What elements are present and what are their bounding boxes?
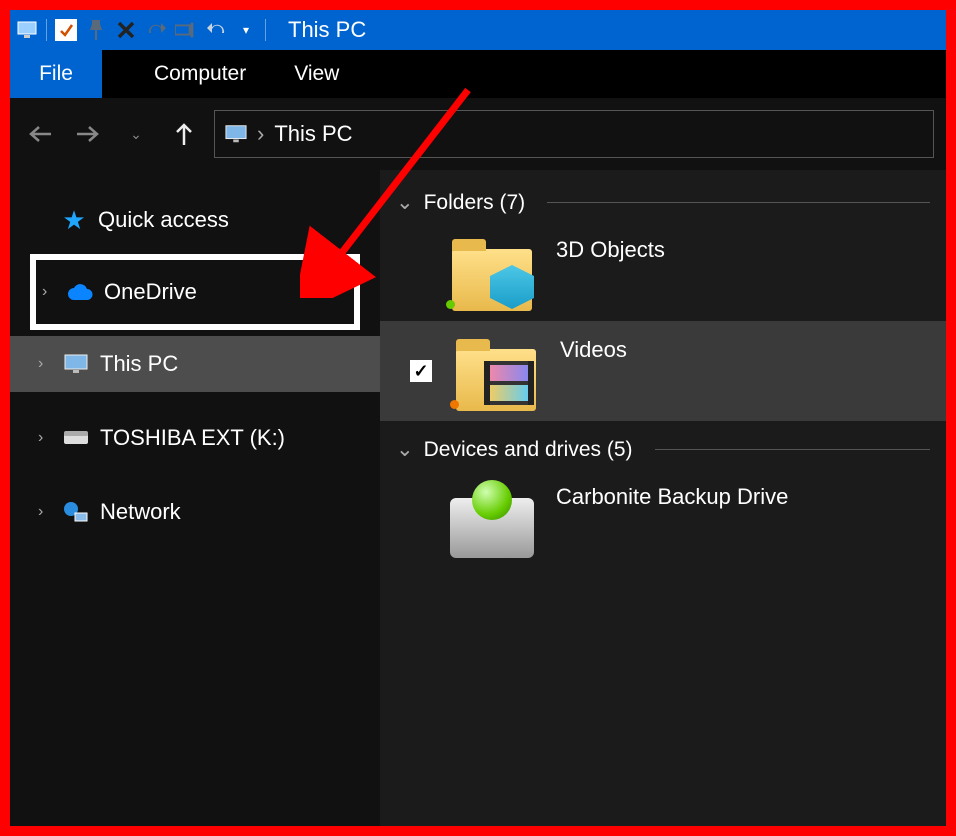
pin-icon[interactable]: [85, 19, 107, 41]
history-dropdown-icon[interactable]: ⌄: [118, 116, 154, 152]
title-bar: ▾ This PC: [10, 10, 946, 50]
tree-label: Network: [100, 499, 181, 525]
item-label: Videos: [560, 337, 627, 363]
tree-label[interactable]: OneDrive: [104, 279, 197, 305]
tree-network[interactable]: › Network: [10, 484, 380, 540]
network-icon: [62, 498, 90, 526]
qat-dropdown-icon[interactable]: ▾: [235, 19, 257, 41]
expand-caret-icon[interactable]: ›: [42, 283, 56, 301]
divider: [655, 449, 930, 450]
expand-caret-icon[interactable]: ›: [38, 355, 52, 373]
group-label: Devices and drives (5): [424, 438, 633, 462]
pc-icon: [225, 123, 247, 145]
group-devices[interactable]: ⌄ Devices and drives (5): [380, 431, 946, 468]
window-title: This PC: [288, 17, 366, 43]
cloud-icon: [66, 278, 94, 306]
up-button[interactable]: [166, 116, 202, 152]
folder-3d-objects[interactable]: 3D Objects: [380, 221, 946, 321]
folder-videos[interactable]: ✓ Videos: [380, 321, 946, 421]
separator: [265, 19, 266, 41]
tab-view[interactable]: View: [270, 50, 363, 98]
undo-icon[interactable]: [205, 19, 227, 41]
separator: [46, 19, 47, 41]
folder-icon: [444, 231, 540, 311]
breadcrumb-this-pc[interactable]: This PC: [274, 121, 352, 147]
tab-file[interactable]: File: [10, 50, 102, 98]
group-folders[interactable]: ⌄ Folders (7): [380, 184, 946, 221]
annotation-highlight-onedrive: › OneDrive: [30, 254, 360, 330]
divider: [547, 202, 930, 203]
monitor-icon: [16, 19, 38, 41]
drive-icon: [444, 478, 540, 558]
navigation-bar: ⌄ › This PC: [10, 98, 946, 170]
pc-icon: [62, 350, 90, 378]
star-icon: ★: [60, 206, 88, 234]
tree-quick-access[interactable]: ★ Quick access: [10, 192, 380, 248]
tree-label: Quick access: [98, 207, 229, 233]
tree-drive-k[interactable]: › TOSHIBA EXT (K:): [10, 410, 380, 466]
breadcrumb-separator-icon: ›: [257, 121, 264, 147]
tree-this-pc[interactable]: › This PC: [10, 336, 380, 392]
rename-icon[interactable]: [175, 19, 197, 41]
drive-carbonite[interactable]: Carbonite Backup Drive: [380, 468, 946, 568]
collapse-caret-icon[interactable]: ⌄: [396, 190, 414, 215]
back-button[interactable]: [22, 116, 58, 152]
delete-icon[interactable]: [115, 19, 137, 41]
forward-button[interactable]: [70, 116, 106, 152]
properties-icon[interactable]: [55, 19, 77, 41]
tree-label: This PC: [100, 351, 178, 377]
item-label: 3D Objects: [556, 237, 665, 263]
folder-icon: [448, 331, 544, 411]
drive-icon: [62, 424, 90, 452]
checkbox-checked-icon[interactable]: ✓: [410, 360, 432, 382]
expand-caret-icon[interactable]: ›: [38, 503, 52, 521]
group-label: Folders (7): [424, 191, 526, 215]
tab-computer[interactable]: Computer: [130, 50, 270, 98]
address-bar[interactable]: › This PC: [214, 110, 934, 158]
item-label: Carbonite Backup Drive: [556, 484, 788, 510]
collapse-caret-icon[interactable]: ⌄: [396, 437, 414, 462]
ribbon-tabs: File Computer View: [10, 50, 946, 98]
content-pane: ⌄ Folders (7) 3D Objects ✓: [380, 170, 946, 826]
navigation-tree: ★ Quick access › OneDrive › This PC ›: [10, 170, 380, 826]
redo-icon[interactable]: [145, 19, 167, 41]
expand-caret-icon[interactable]: ›: [38, 429, 52, 447]
tree-label: TOSHIBA EXT (K:): [100, 425, 285, 451]
